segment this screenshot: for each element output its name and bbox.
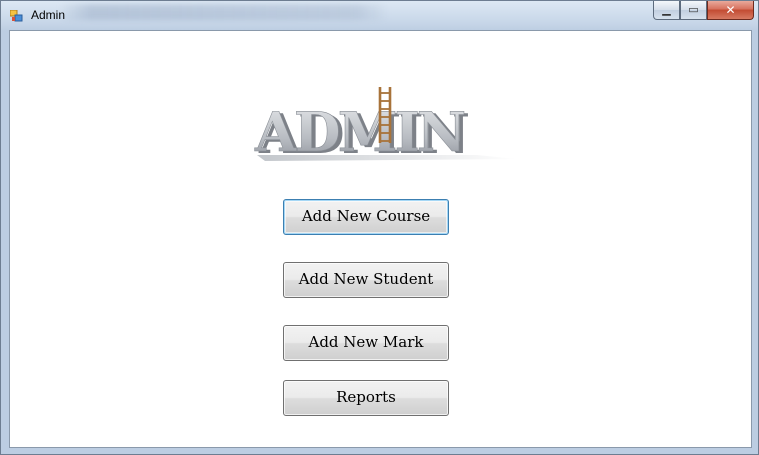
close-icon: ✕ [725, 3, 736, 17]
add-new-mark-button[interactable]: Add New Mark [283, 325, 449, 361]
admin-logo: ADMIN ADMIN [254, 87, 517, 161]
close-button[interactable]: ✕ [707, 1, 754, 20]
app-window-icon [10, 10, 23, 22]
window-title: Admin [31, 8, 66, 22]
add-new-course-button[interactable]: Add New Course [283, 199, 449, 235]
window-controls: ▁ ▭ ✕ [653, 1, 754, 21]
reports-button[interactable]: Reports [283, 380, 449, 416]
minimize-button[interactable]: ▁ [653, 1, 680, 20]
admin-window: Admin ▁ ▭ ✕ ADMIN ADMIN Add New Course A… [0, 0, 759, 455]
maximize-icon: ▭ [688, 3, 699, 16]
title-bar[interactable]: Admin ▁ ▭ ✕ [1, 1, 758, 30]
logo-text: ADMIN [254, 100, 465, 161]
maximize-button[interactable]: ▭ [680, 1, 707, 20]
blurred-menu-background [59, 4, 389, 20]
minimize-icon: ▁ [662, 3, 671, 16]
add-new-student-button[interactable]: Add New Student [283, 262, 449, 298]
form-client-area: ADMIN ADMIN Add New Course Add New Stude… [9, 30, 752, 448]
